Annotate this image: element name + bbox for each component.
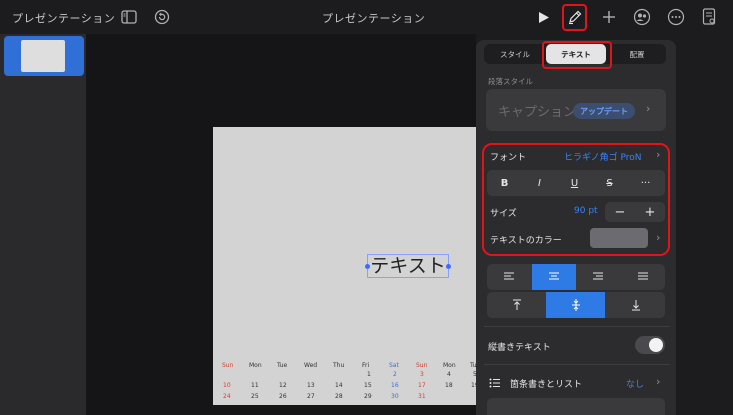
chevron-right-icon: ›	[656, 375, 661, 388]
calendar-date: 27	[307, 393, 315, 400]
divider	[484, 364, 670, 365]
list-options-bar[interactable]	[487, 398, 665, 415]
align-middle-icon[interactable]	[546, 292, 605, 318]
calendar-date: 31	[418, 393, 426, 400]
calendar-date: 30	[391, 393, 399, 400]
calendar-date: 10	[223, 382, 231, 389]
calendar-date: 18	[445, 382, 453, 389]
update-style-button[interactable]: アップデート	[573, 103, 635, 119]
tab-style[interactable]: スタイル	[486, 44, 544, 64]
align-left-icon[interactable]	[487, 264, 531, 290]
calendar-date: 15	[364, 382, 372, 389]
calendar-date: 26	[279, 393, 287, 400]
slide-thumbnail-preview	[21, 40, 65, 72]
tab-arrange[interactable]: 配置	[608, 44, 666, 64]
calendar-date: 14	[335, 382, 343, 389]
highlight-box-font-settings	[482, 143, 670, 256]
divider	[484, 326, 670, 327]
resize-handle-left[interactable]	[365, 264, 370, 269]
calendar-day-label: Mon	[443, 362, 456, 369]
sidebar-toggle-icon[interactable]	[120, 8, 138, 26]
play-icon[interactable]	[535, 8, 553, 26]
calendar-date: 11	[251, 382, 259, 389]
calendar-date: 28	[335, 393, 343, 400]
more-icon[interactable]	[667, 8, 685, 26]
calendar-day-label: Fri	[362, 362, 370, 369]
calendar-day-label: Thu	[333, 362, 345, 369]
highlight-box-format	[562, 4, 587, 31]
document-options-icon[interactable]	[700, 8, 718, 26]
calendar-date: 12	[279, 382, 287, 389]
collaborate-icon[interactable]	[633, 8, 651, 26]
toggle-knob	[649, 338, 663, 352]
chevron-right-icon: ›	[646, 102, 651, 115]
vertical-text-label: 縦書きテキスト	[488, 343, 551, 353]
app-title: プレゼンテーション	[12, 12, 116, 25]
align-justify-icon[interactable]	[621, 264, 665, 290]
calendar-day-label: Sun	[222, 362, 234, 369]
calendar-day-label: Wed	[304, 362, 318, 369]
document-title: プレゼンテーション	[322, 12, 426, 25]
slide-navigator	[0, 34, 86, 415]
resize-handle-right[interactable]	[446, 264, 451, 269]
highlight-box-text-tab	[542, 41, 612, 69]
calendar-date: 13	[307, 382, 315, 389]
calendar-day-label: Tue	[277, 362, 288, 369]
add-icon[interactable]	[600, 8, 618, 26]
calendar-day-label: Mon	[249, 362, 262, 369]
bullets-label: 箇条書きとリスト	[510, 380, 583, 390]
paragraph-style-value: キャプション*	[498, 105, 583, 120]
calendar-date: 25	[251, 393, 259, 400]
calendar-date: 1	[367, 371, 371, 378]
vertical-text-toggle[interactable]	[635, 336, 665, 354]
calendar-date: 2	[393, 371, 397, 378]
align-top-icon[interactable]	[487, 292, 546, 318]
align-center-icon[interactable]	[532, 264, 576, 290]
paragraph-style-label: 段落スタイル	[488, 77, 533, 86]
calendar-date: 29	[364, 393, 372, 400]
calendar-date: 4	[447, 371, 451, 378]
selected-text-box[interactable]: テキスト	[367, 254, 449, 278]
slide-thumbnail[interactable]	[4, 36, 84, 76]
list-icon	[486, 374, 504, 392]
align-bottom-icon[interactable]	[606, 292, 665, 318]
bullets-value[interactable]: なし	[626, 377, 644, 390]
undo-icon[interactable]	[153, 8, 171, 26]
calendar-day-label: Sun	[416, 362, 428, 369]
calendar-date: 24	[223, 393, 231, 400]
calendar-day-label: Sat	[389, 362, 399, 369]
calendar-date: 3	[420, 371, 424, 378]
calendar-date: 17	[418, 382, 426, 389]
align-right-icon[interactable]	[576, 264, 620, 290]
calendar-date: 16	[391, 382, 399, 389]
